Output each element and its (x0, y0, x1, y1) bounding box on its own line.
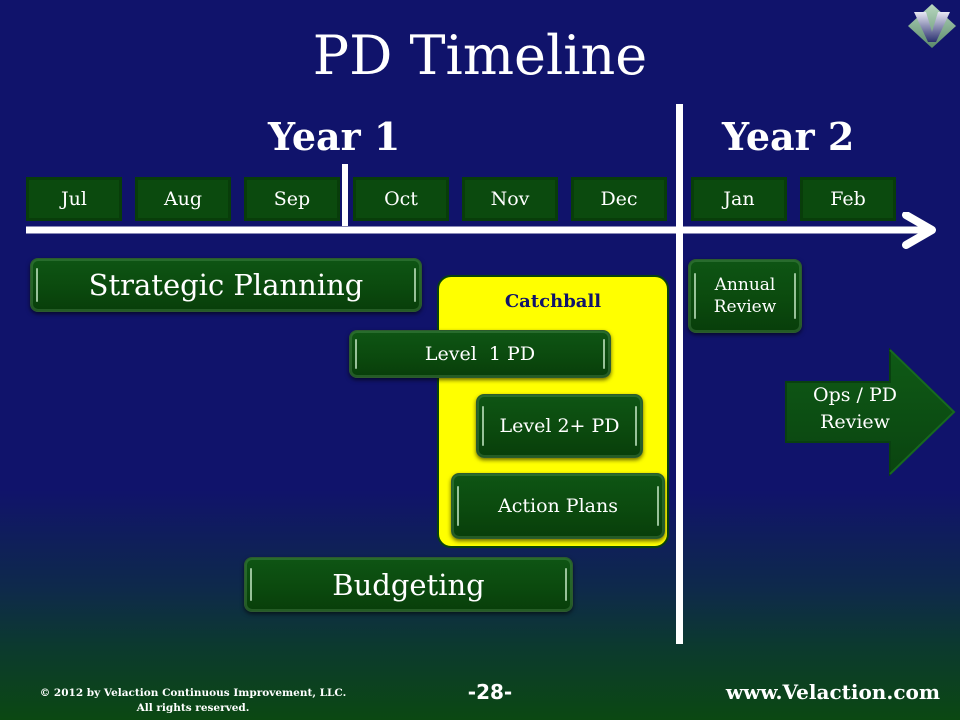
year-boundary-divider (676, 104, 683, 644)
footer-copyright: © 2012 by Velaction Continuous Improveme… (8, 686, 378, 716)
page-number: -28- (467, 680, 513, 704)
annual-review-box: Annual Review (688, 259, 802, 333)
action-plans-box: Action Plans (451, 473, 665, 539)
level-1-pd-label: Level 1 PD (424, 343, 536, 365)
action-plans-label: Action Plans (498, 495, 618, 517)
year-1-divider (342, 164, 348, 226)
catchball-label: Catchball (504, 291, 602, 312)
ops-review-line-2: Review (820, 410, 890, 433)
year-2-label: Year 2 (722, 114, 855, 159)
copyright-line-2: All rights reserved. (136, 702, 250, 715)
level-1-pd-box: Level 1 PD (349, 330, 611, 378)
strategic-planning-label: Strategic Planning (88, 268, 364, 302)
slide: PD Timeline Year 1 Year 2 Jul Aug Sep Oc… (0, 0, 960, 720)
copyright-line-1: © 2012 by Velaction Continuous Improveme… (39, 687, 347, 699)
level-2-pd-box: Level 2+ PD (476, 394, 643, 458)
budgeting-box: Budgeting (244, 557, 573, 612)
annual-review-line-1: Annual (714, 274, 776, 295)
ops-pd-review-label: Ops / PD Review (788, 382, 922, 435)
budgeting-label: Budgeting (332, 567, 485, 602)
footer-url: www.Velaction.com (725, 680, 940, 704)
year-1-label: Year 1 (268, 114, 401, 159)
level-2-pd-label: Level 2+ PD (499, 415, 620, 437)
timeline-arrow-icon (26, 212, 936, 249)
annual-review-line-2: Review (713, 297, 777, 317)
ops-review-line-1: Ops / PD (813, 384, 897, 406)
slide-title: PD Timeline (312, 24, 648, 87)
strategic-planning-box: Strategic Planning (30, 258, 422, 312)
annual-review-label: Annual Review (714, 274, 777, 318)
